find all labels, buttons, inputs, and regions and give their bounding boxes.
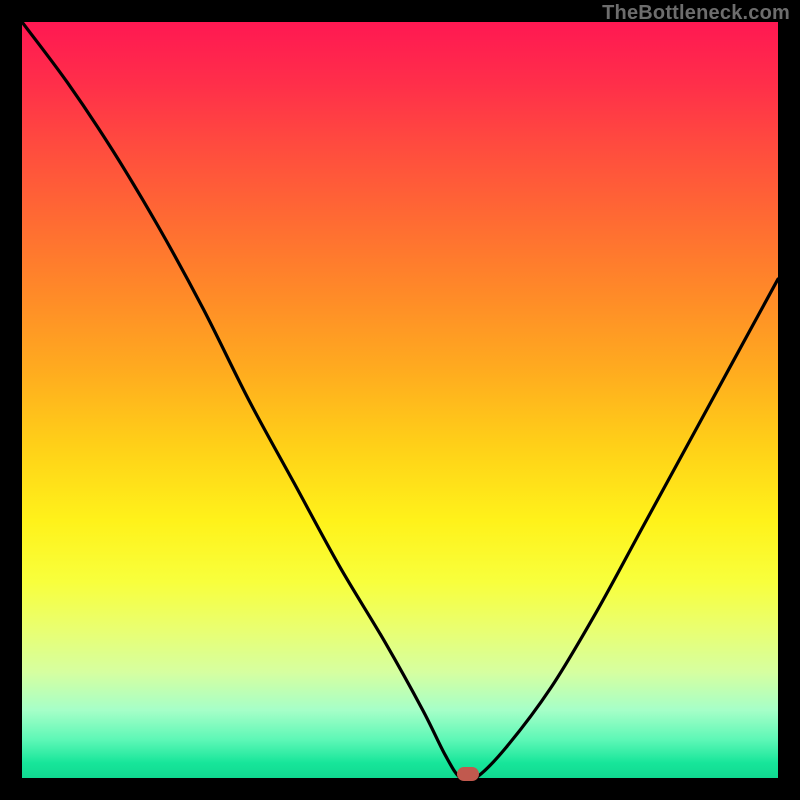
chart-frame: TheBottleneck.com: [0, 0, 800, 800]
plot-area: [22, 22, 778, 778]
optimal-point-marker: [457, 767, 479, 781]
bottleneck-curve: [22, 22, 778, 778]
